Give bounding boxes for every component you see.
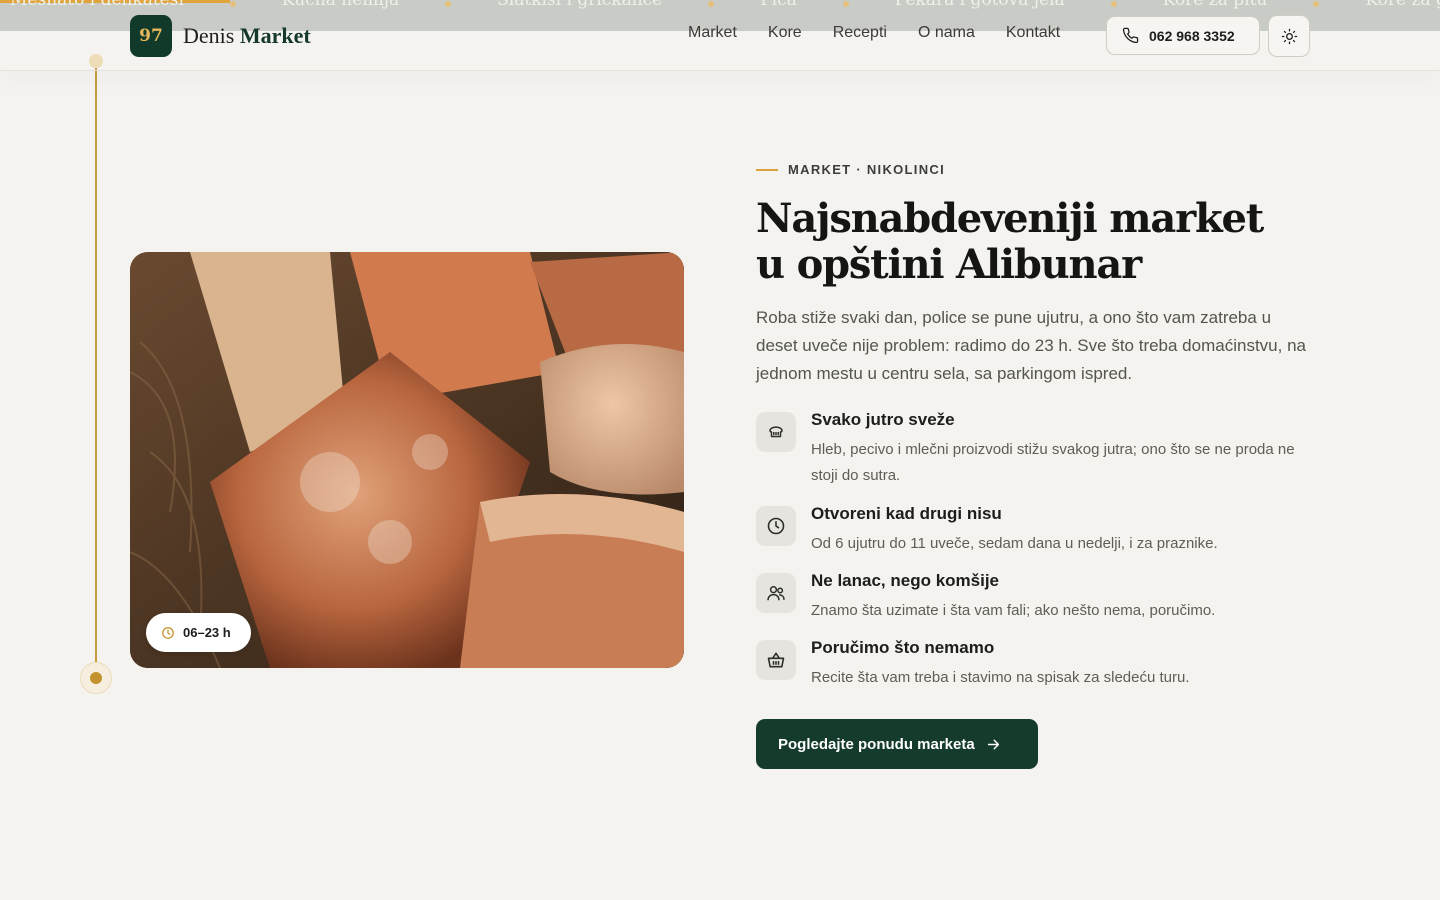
sun-icon bbox=[1281, 28, 1297, 44]
feature-title: Poručimo što nemamo bbox=[811, 638, 995, 657]
nav-link-kontakt[interactable]: Kontakt bbox=[1006, 24, 1060, 42]
timeline-end-dot bbox=[80, 662, 112, 694]
hero-bread-photo bbox=[130, 252, 684, 668]
people-icon bbox=[756, 573, 796, 613]
nav-link-recepti[interactable]: Recepti bbox=[833, 24, 887, 42]
opening-hours-text: 06–23 h bbox=[183, 625, 231, 640]
nav-link-kore[interactable]: Kore bbox=[768, 24, 802, 42]
opening-hours-badge: 06–23 h bbox=[146, 613, 251, 652]
feature-description: Znamo šta uzimate i šta vam fali; ako ne… bbox=[811, 602, 1216, 619]
phone-icon bbox=[1122, 27, 1139, 44]
nav-link-market[interactable]: Market bbox=[688, 24, 737, 42]
basket-icon bbox=[756, 640, 796, 680]
phone-number: 062 968 3352 bbox=[1149, 27, 1235, 44]
logo-badge: 97 bbox=[130, 15, 172, 57]
hero-eyebrow: MARKET · NIKOLINCI bbox=[756, 162, 945, 177]
arrow-right-icon bbox=[987, 739, 999, 749]
brand-name-first: Denis bbox=[183, 23, 235, 48]
hero-lead: Roba stiže svaki dan, police se pune uju… bbox=[756, 308, 1306, 383]
feature-description: Hleb, pecivo i mlečni proizvodi stižu sv… bbox=[811, 441, 1295, 484]
clock-icon bbox=[756, 506, 796, 546]
eyebrow-text: MARKET · NIKOLINCI bbox=[788, 162, 945, 177]
headline-line-2: u opštini Alibunar bbox=[756, 241, 1142, 288]
hero-headline: Najsnabdeveniji market u opštini Alibuna… bbox=[756, 196, 1316, 288]
cta-label: Pogledajte ponudu marketa bbox=[778, 735, 975, 753]
nav-link-o-nama[interactable]: O nama bbox=[918, 24, 975, 42]
feature-title: Svako jutro sveže bbox=[811, 410, 955, 429]
feature-title: Otvoreni kad drugi nisu bbox=[811, 504, 1002, 523]
main-nav: Market Kore Recepti O nama Kontakt bbox=[688, 24, 1091, 42]
browse-market-button[interactable]: Pogledajte ponudu marketa bbox=[756, 719, 1038, 769]
feature-description: Recite šta vam treba i stavimo na spisak… bbox=[811, 669, 1190, 686]
phone-button[interactable]: 062 968 3352 bbox=[1106, 16, 1260, 55]
logo-link[interactable]: 97 Denis Market bbox=[130, 15, 311, 57]
brand-name-second: Market bbox=[239, 23, 311, 48]
feature-description: Od 6 ujutru do 11 uveče, sedam dana u ne… bbox=[811, 535, 1218, 552]
site-header: 97 Denis Market Market Kore Recepti O na… bbox=[0, 0, 1440, 71]
bread-icon bbox=[756, 412, 796, 452]
timeline-line bbox=[95, 61, 97, 678]
theme-toggle-button[interactable] bbox=[1268, 15, 1310, 57]
brand-name: Denis Market bbox=[183, 23, 311, 49]
feature-title: Ne lanac, nego komšije bbox=[811, 571, 1000, 590]
eyebrow-rule bbox=[756, 168, 778, 171]
clock-icon bbox=[162, 626, 174, 639]
headline-line-1: Najsnabdeveniji market bbox=[756, 195, 1264, 242]
